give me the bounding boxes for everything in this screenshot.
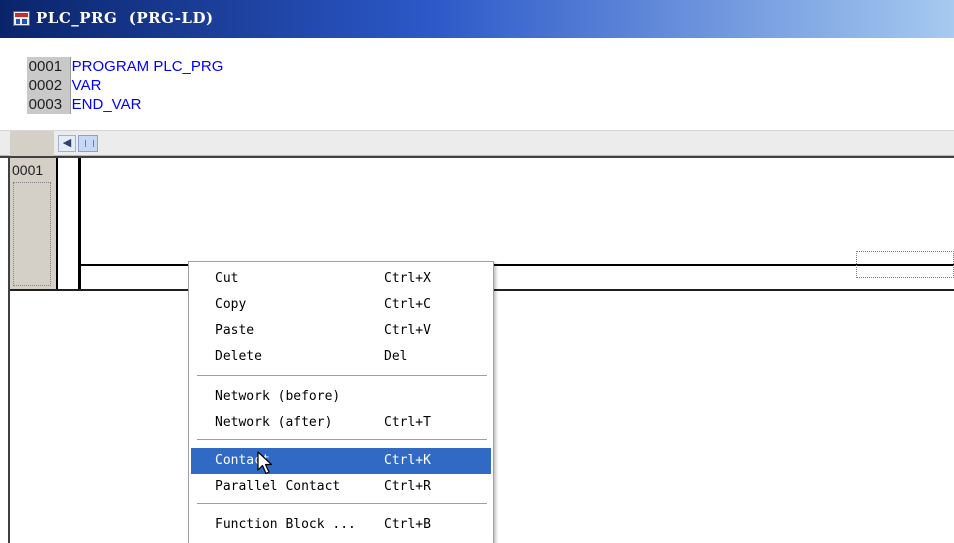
menu-item-shortcut: Ctrl+V xyxy=(384,323,431,338)
pou-window-icon[interactable] xyxy=(13,11,30,26)
menu-item-label: Cut xyxy=(215,271,239,286)
menu-item-copy[interactable]: Copy Ctrl+C xyxy=(189,292,493,318)
menu-item-label: Paste xyxy=(215,323,255,338)
menu-item-shortcut: Ctrl+C xyxy=(384,297,431,312)
menu-item-label: Delete xyxy=(215,349,262,364)
menu-item-network-before[interactable]: Network (before) xyxy=(189,384,493,410)
network-gutter[interactable]: 0001 xyxy=(10,158,56,289)
gutter-border-line xyxy=(56,158,58,289)
menu-item-contact[interactable]: Contact Ctrl+K xyxy=(191,448,491,474)
menu-item-shortcut: Ctrl+R xyxy=(384,479,431,494)
window-title-bar[interactable]: PLC_PRG (PRG-LD) xyxy=(0,0,954,38)
horizontal-scrollbar[interactable]: ◀ xyxy=(0,130,954,156)
code-line[interactable]: 0002 VAR xyxy=(10,57,101,95)
menu-item-label: Copy xyxy=(215,297,247,312)
editor-divider xyxy=(0,156,954,158)
menu-item-shortcut: Ctrl+X xyxy=(384,271,431,286)
menu-item-label: Parallel Contact xyxy=(215,479,341,494)
menu-item-shortcut: Ctrl+T xyxy=(384,415,431,430)
context-menu: Cut Ctrl+X Copy Ctrl+C Paste Ctrl+V Dele… xyxy=(188,261,494,543)
window-title: PLC_PRG (PRG-LD) xyxy=(36,9,214,27)
menu-item-shortcut: Del xyxy=(384,349,408,364)
declaration-editor[interactable]: 0001 PROGRAM PLC_PRG 0002 VAR 0003 END_VAR … xyxy=(0,38,954,130)
menu-item-label: Network (after) xyxy=(215,415,333,430)
line-number: 0003 xyxy=(26,95,71,114)
code-line[interactable]: 0003 END_VAR xyxy=(10,76,141,114)
scroll-left-icon[interactable]: ◀ xyxy=(58,135,76,152)
menu-item-shortcut: Ctrl+K xyxy=(384,453,431,468)
menu-item-delete[interactable]: Delete Del xyxy=(189,344,493,370)
scroll-thumb[interactable] xyxy=(78,135,98,152)
code-line[interactable]: 0001 PROGRAM PLC_PRG xyxy=(10,38,223,76)
code-text[interactable]: END_VAR xyxy=(71,96,142,113)
menu-separator xyxy=(197,375,487,377)
menu-separator xyxy=(197,503,487,505)
code-line[interactable]: 0004 xyxy=(10,116,72,130)
menu-item-paste[interactable]: Paste Ctrl+V xyxy=(189,318,493,344)
left-power-rail xyxy=(78,158,81,289)
menu-item-cut[interactable]: Cut Ctrl+X xyxy=(189,266,493,292)
menu-item-network-after[interactable]: Network (after) Ctrl+T xyxy=(189,410,493,436)
insert-position-marker[interactable] xyxy=(856,251,954,278)
menu-item-label: Function Block ... xyxy=(215,517,356,532)
network-selection-frame xyxy=(13,182,51,286)
network-number: 0001 xyxy=(12,162,44,178)
menu-item-parallel-contact[interactable]: Parallel Contact Ctrl+R xyxy=(189,474,493,500)
mouse-pointer-icon xyxy=(257,451,273,475)
scrollbar-gutter xyxy=(10,131,54,156)
menu-item-function-block[interactable]: Function Block ... Ctrl+B xyxy=(189,512,493,538)
menu-item-label: Network (before) xyxy=(215,389,341,404)
menu-separator xyxy=(197,439,487,441)
menu-item-shortcut: Ctrl+B xyxy=(384,517,431,532)
